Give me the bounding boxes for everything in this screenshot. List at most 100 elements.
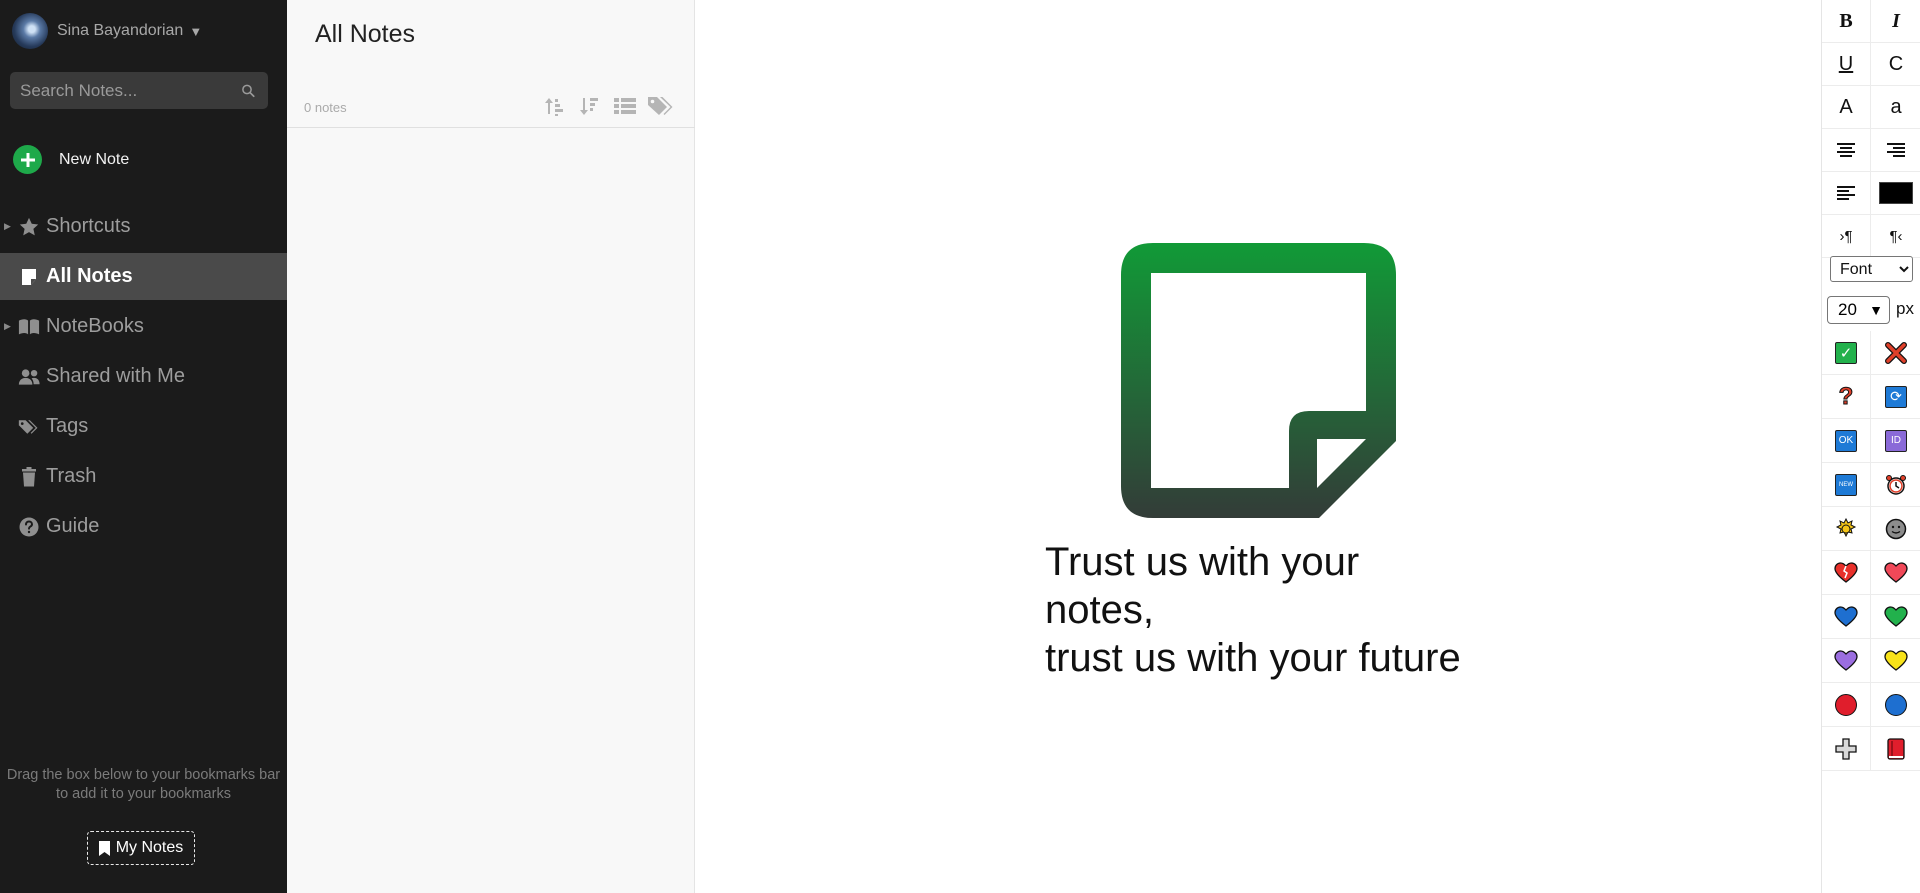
nav-item-trash[interactable]: Trash <box>0 453 287 500</box>
heart-icon <box>1884 561 1908 583</box>
emoji-sun-button[interactable] <box>1822 507 1871 551</box>
font-size-unit: px <box>1896 299 1914 318</box>
search-icon[interactable] <box>241 82 256 100</box>
caret-right-icon[interactable]: ▶ <box>4 321 11 332</box>
nav-item-guide[interactable]: Guide <box>0 503 287 550</box>
rtl-icon: ¶‹ <box>1889 227 1903 245</box>
sort-descending-icon[interactable] <box>577 94 603 118</box>
caret-down-icon: ▼ <box>1869 302 1883 318</box>
green-heart-icon <box>1884 605 1908 627</box>
id-icon: ID <box>1885 429 1907 452</box>
plus-circle-icon <box>13 145 42 174</box>
new-icon: NEW <box>1835 473 1857 496</box>
trash-icon <box>18 466 40 488</box>
align-left-button[interactable] <box>1822 172 1871 215</box>
sort-ascending-icon[interactable] <box>542 94 568 118</box>
nav-label: Shortcuts <box>46 215 131 237</box>
question-mark-icon: ? <box>1838 382 1854 410</box>
nav-item-shared-with-me[interactable]: Shared with Me <box>0 353 287 400</box>
nav-item-tags[interactable]: Tags <box>0 403 287 450</box>
align-center-icon <box>1837 143 1855 157</box>
emoji-blue-heart-button[interactable] <box>1822 595 1871 639</box>
plus-icon <box>1835 737 1857 760</box>
ltr-button[interactable]: ›¶ <box>1822 215 1871 258</box>
color-swatch <box>1879 182 1913 204</box>
emoji-broken-heart-button[interactable] <box>1822 551 1871 595</box>
bold-button[interactable]: B <box>1822 0 1871 43</box>
bookmark-icon <box>98 840 110 856</box>
nav-label: NoteBooks <box>46 315 144 337</box>
nav-label: Guide <box>46 515 100 537</box>
red-circle-icon <box>1835 693 1857 716</box>
align-right-button[interactable] <box>1871 129 1920 172</box>
italic-button[interactable]: I <box>1871 0 1920 43</box>
emoji-purple-heart-button[interactable] <box>1822 639 1871 683</box>
blue-heart-icon <box>1834 605 1858 627</box>
cross-mark-icon <box>1885 341 1907 364</box>
question-circle-icon <box>18 516 40 538</box>
lowercase-button[interactable]: a <box>1871 86 1920 129</box>
align-left-icon <box>1837 186 1855 200</box>
rtl-button[interactable]: ¶‹ <box>1871 215 1920 258</box>
note-logo-icon <box>1121 243 1396 518</box>
emoji-plus-button[interactable] <box>1822 727 1871 771</box>
nav-label: Tags <box>46 415 89 437</box>
sidebar: Sina Bayandorian ▼ New Note ▶ Shortcuts … <box>0 0 287 893</box>
emoji-ok-button[interactable]: OK <box>1822 419 1871 463</box>
emoji-new-button[interactable]: NEW <box>1822 463 1871 507</box>
emoji-green-heart-button[interactable] <box>1871 595 1920 639</box>
emoji-pink-heart-button[interactable] <box>1871 551 1920 595</box>
emoji-yellow-heart-button[interactable] <box>1871 639 1920 683</box>
underline-button[interactable]: U <box>1822 43 1871 86</box>
hero-headline-line: Trust us with your notes, <box>1045 540 1360 632</box>
yellow-heart-icon <box>1884 649 1908 671</box>
my-notes-bookmark-button[interactable]: My Notes <box>87 831 195 865</box>
user-name: Sina Bayandorian <box>57 22 184 39</box>
bookmark-label: My Notes <box>115 839 184 856</box>
list-view-icon[interactable] <box>612 94 638 118</box>
emoji-alarm-button[interactable] <box>1871 463 1920 507</box>
emoji-question-button[interactable]: ? <box>1822 375 1871 419</box>
uppercase-button[interactable]: A <box>1822 86 1871 129</box>
font-size-select[interactable]: 20 ▼ <box>1827 296 1890 324</box>
caret-down-icon: ▼ <box>189 23 203 39</box>
check-box-icon: ✓ <box>1835 341 1857 364</box>
emoji-repeat-button[interactable]: ⟳ <box>1871 375 1920 419</box>
tags-icon <box>18 416 40 438</box>
search-input[interactable] <box>20 80 241 101</box>
nav-item-notebooks[interactable]: ▶ NoteBooks <box>0 303 287 350</box>
ok-icon: OK <box>1835 429 1857 452</box>
nav-item-shortcuts[interactable]: ▶ Shortcuts <box>0 203 287 250</box>
clear-format-button[interactable]: C <box>1871 43 1920 86</box>
font-size-value: 20 <box>1838 300 1857 319</box>
note-editor-area: Trust us with your notes, trust us with … <box>695 0 1821 893</box>
emoji-blue-circle-button[interactable] <box>1871 683 1920 727</box>
purple-heart-icon <box>1834 649 1858 671</box>
nav-item-all-notes[interactable]: All Notes <box>0 253 287 300</box>
new-note-button[interactable]: New Note <box>13 145 129 174</box>
lowercase-label: a <box>1890 95 1902 118</box>
broken-heart-icon <box>1834 561 1858 583</box>
user-menu[interactable]: Sina Bayandorian ▼ <box>12 13 203 49</box>
emoji-red-circle-button[interactable] <box>1822 683 1871 727</box>
format-toolbar: B I U C A a ›¶ ¶‹ Font 20 ▼ px ✓ ? ⟳ OK <box>1821 0 1920 893</box>
nav-label: Trash <box>46 465 97 487</box>
italic-label: I <box>1892 9 1900 32</box>
emoji-check-button[interactable]: ✓ <box>1822 331 1871 375</box>
emoji-book-button[interactable] <box>1871 727 1920 771</box>
emoji-cross-button[interactable] <box>1871 331 1920 375</box>
nav-label: All Notes <box>46 265 133 287</box>
caret-right-icon[interactable]: ▶ <box>4 221 11 232</box>
blue-circle-icon <box>1885 693 1907 716</box>
hero-headline-line: trust us with your future <box>1045 636 1461 680</box>
bookmark-hint: Drag the box below to your bookmarks bar… <box>6 767 281 802</box>
tags-icon[interactable] <box>647 94 673 118</box>
font-select[interactable]: Font <box>1830 256 1913 282</box>
emoji-id-button[interactable]: ID <box>1871 419 1920 463</box>
bold-label: B <box>1839 9 1853 32</box>
align-center-button[interactable] <box>1822 129 1871 172</box>
text-color-button[interactable] <box>1871 172 1920 215</box>
book-icon <box>18 316 40 338</box>
emoji-face-button[interactable] <box>1871 507 1920 551</box>
underline-label: U <box>1838 52 1854 75</box>
